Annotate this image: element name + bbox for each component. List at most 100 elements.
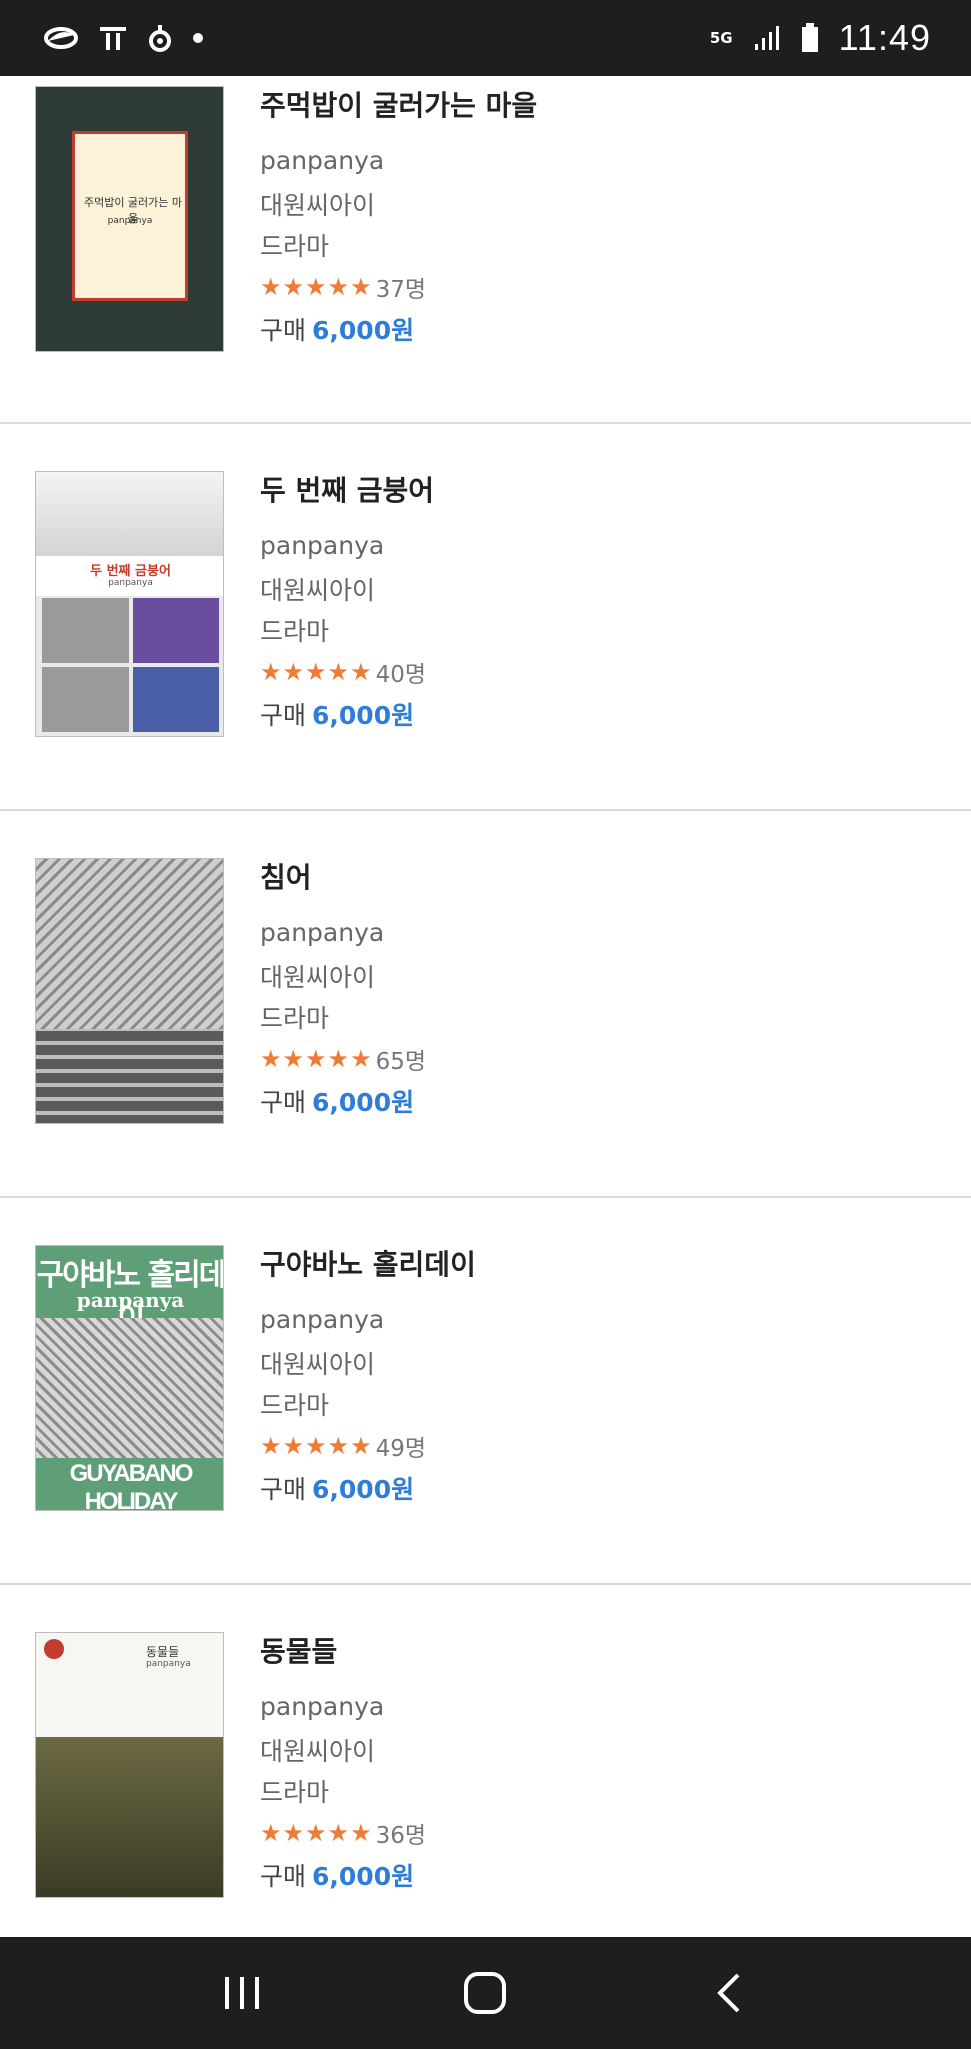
star-rating: ★ ★ ★ ★ ★ <box>260 660 372 684</box>
book-rating: ★ ★ ★ ★ ★ 65명 <box>260 1044 427 1075</box>
battery-icon <box>801 23 819 53</box>
5g-icon: 5G <box>709 28 733 47</box>
cover-panel <box>132 667 219 732</box>
book-publisher[interactable]: 대원씨아이 <box>260 576 434 606</box>
price-label: 구매 <box>260 316 307 345</box>
navigation-bar <box>0 1937 971 2049</box>
book-author[interactable]: panpanya <box>260 918 426 948</box>
list-item[interactable]: 침어 panpanya 대원씨아이 드라마 ★ ★ ★ ★ ★ 65명 구매 6,000원 <box>0 811 971 1198</box>
book-cover[interactable]: 주먹밥이 굴러가는 마을 panpanya <box>35 86 224 352</box>
book-publisher[interactable]: 대원씨아이 <box>260 1737 426 1767</box>
star-icon: ★ <box>350 658 372 686</box>
book-title[interactable]: 침어 <box>260 858 426 898</box>
book-publisher[interactable]: 대원씨아이 <box>260 963 426 993</box>
cover-illustration <box>36 1029 223 1123</box>
star-icon: ★ <box>260 273 282 301</box>
price-label: 구매 <box>260 1088 307 1117</box>
cover-author: panpanya <box>108 578 153 588</box>
star-rating: ★ ★ ★ ★ ★ <box>260 275 372 299</box>
star-rating: ★ ★ ★ ★ ★ <box>260 1434 372 1458</box>
price-label: 구매 <box>260 701 307 730</box>
price-label: 구매 <box>260 1862 307 1891</box>
rating-count: 65명 <box>375 1049 427 1075</box>
back-icon[interactable] <box>689 1953 769 2033</box>
star-icon: ★ <box>282 1819 305 1847</box>
star-icon: ★ <box>350 1819 372 1847</box>
cover-author: panpanya <box>107 216 153 226</box>
book-rating: ★ ★ ★ ★ ★ 49명 <box>260 1431 476 1462</box>
list-item[interactable]: 동물들 panpanya 동물들 panpanya 대원씨아이 드라마 ★ ★ ★ ★… <box>0 1585 971 1937</box>
network-label: 5G <box>709 28 733 47</box>
star-icon: ★ <box>260 658 282 686</box>
book-price[interactable]: 구매 6,000원 <box>260 699 434 733</box>
star-icon: ★ <box>260 1819 282 1847</box>
star-rating: ★ ★ ★ ★ ★ <box>260 1047 372 1071</box>
star-icon: ★ <box>260 1432 282 1460</box>
book-info: 침어 panpanya 대원씨아이 드라마 ★ ★ ★ ★ ★ 65명 구매 6,000원 <box>260 858 426 1120</box>
book-info: 구야바노 홀리데이 panpanya 대원씨아이 드라마 ★ ★ ★ ★ ★ 49명 구… <box>260 1245 476 1507</box>
price-value: 6,000원 <box>312 1088 415 1117</box>
star-icon: ★ <box>305 273 327 301</box>
star-icon: ★ <box>350 1432 372 1460</box>
star-icon: ★ <box>350 1045 372 1073</box>
lens-icon <box>44 25 78 51</box>
status-right-icons: 5G 11:49 <box>710 17 931 59</box>
rating-count: 40명 <box>375 662 427 688</box>
star-icon: ★ <box>350 273 372 301</box>
book-list: 주먹밥이 굴러가는 마을 panpanya 주먹밥이 굴러가는 마을 panpa… <box>0 76 971 1937</box>
dot-icon <box>192 32 204 44</box>
cover-title: 동물들 <box>146 1645 180 1659</box>
cover-panels <box>42 598 219 732</box>
book-cover[interactable]: 구야바노 홀리데이 panpanya GUYABANO HOLIDAY <box>35 1245 224 1511</box>
cover-author: panpanya <box>146 1659 191 1669</box>
book-publisher[interactable]: 대원씨아이 <box>260 1350 476 1380</box>
star-icon: ★ <box>282 658 305 686</box>
book-author[interactable]: panpanya <box>260 146 537 176</box>
star-rating: ★ ★ ★ ★ ★ <box>260 1821 372 1845</box>
list-item[interactable]: 주먹밥이 굴러가는 마을 panpanya 주먹밥이 굴러가는 마을 panpa… <box>0 76 971 424</box>
home-icon[interactable] <box>445 1953 525 2033</box>
book-cover[interactable] <box>35 858 224 1124</box>
book-price[interactable]: 구매 6,000원 <box>260 1860 426 1894</box>
cover-illustration <box>36 1737 223 1897</box>
book-title[interactable]: 동물들 <box>260 1632 426 1672</box>
star-icon: ★ <box>327 1432 350 1460</box>
recents-icon[interactable] <box>202 1953 282 2033</box>
book-rating: ★ ★ ★ ★ ★ 36명 <box>260 1818 426 1849</box>
price-value: 6,000원 <box>312 316 415 345</box>
book-price[interactable]: 구매 6,000원 <box>260 314 537 348</box>
star-icon: ★ <box>305 658 327 686</box>
rating-count: 49명 <box>375 1436 427 1462</box>
book-genre[interactable]: 드라마 <box>260 232 537 262</box>
book-genre[interactable]: 드라마 <box>260 1004 426 1034</box>
book-cover[interactable]: 동물들 panpanya <box>35 1632 224 1898</box>
book-cover[interactable]: 두 번째 금붕어 panpanya <box>35 471 224 737</box>
book-author[interactable]: panpanya <box>260 531 434 561</box>
list-item[interactable]: 구야바노 홀리데이 panpanya GUYABANO HOLIDAY 구야바노… <box>0 1198 971 1585</box>
book-genre[interactable]: 드라마 <box>260 617 434 647</box>
book-author[interactable]: panpanya <box>260 1692 426 1722</box>
book-genre[interactable]: 드라마 <box>260 1391 476 1421</box>
book-publisher[interactable]: 대원씨아이 <box>260 191 537 221</box>
cover-author: panpanya <box>76 1288 185 1312</box>
cover-title: 두 번째 금붕어 <box>90 564 171 579</box>
book-title[interactable]: 구야바노 홀리데이 <box>260 1245 476 1285</box>
list-item[interactable]: 두 번째 금붕어 panpanya 두 번째 금붕어 panpanya 대원씨아… <box>0 424 971 811</box>
status-left-icons <box>44 23 204 53</box>
book-rating: ★ ★ ★ ★ ★ 40명 <box>260 657 434 688</box>
cover-illustration <box>36 1318 223 1458</box>
cover-panel <box>132 598 219 663</box>
book-title[interactable]: 주먹밥이 굴러가는 마을 <box>260 86 537 126</box>
clock: 11:49 <box>838 17 931 58</box>
book-genre[interactable]: 드라마 <box>260 1778 426 1808</box>
book-title[interactable]: 두 번째 금붕어 <box>260 471 434 511</box>
signal-icon <box>753 24 781 52</box>
cover-panel: 주먹밥이 굴러가는 마을 panpanya <box>72 131 188 301</box>
book-price[interactable]: 구매 6,000원 <box>260 1086 426 1120</box>
book-price[interactable]: 구매 6,000원 <box>260 1473 476 1507</box>
cover-english-title: GUYABANO HOLIDAY <box>69 1460 194 1511</box>
price-label: 구매 <box>260 1475 307 1504</box>
book-rating: ★ ★ ★ ★ ★ 37명 <box>260 272 537 303</box>
book-info: 두 번째 금붕어 panpanya 대원씨아이 드라마 ★ ★ ★ ★ ★ 40명 구매… <box>260 471 434 733</box>
book-author[interactable]: panpanya <box>260 1305 476 1335</box>
